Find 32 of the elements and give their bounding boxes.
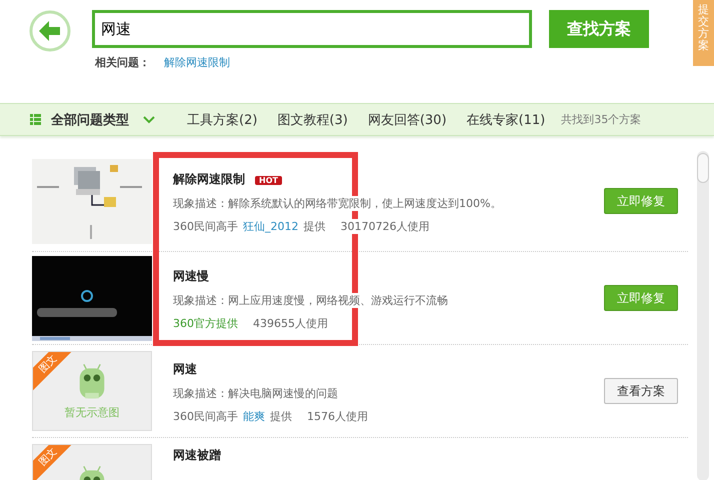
related-label: 相关问题： xyxy=(95,55,150,70)
filter-tab[interactable]: 网友回答(30) xyxy=(368,110,447,128)
list-icon xyxy=(30,114,41,125)
provider-link[interactable]: 能爽 xyxy=(243,409,265,424)
filter-tab[interactable]: 工具方案(2) xyxy=(187,110,258,128)
official-provider: 360官方提供 xyxy=(173,316,238,331)
related-link[interactable]: 解除网速限制 xyxy=(164,55,230,70)
scrollbar[interactable] xyxy=(697,151,709,480)
provider-suffix: 提供 xyxy=(304,219,326,234)
result-title[interactable]: 网速被蹭 xyxy=(173,448,221,462)
filter-tab[interactable]: 图文教程(3) xyxy=(277,110,348,128)
usage-count: 1576人使用 xyxy=(307,409,368,424)
filter-tab[interactable]: 在线专家(11) xyxy=(466,110,546,128)
result-count: 共找到35个方案 xyxy=(561,112,642,127)
search-field[interactable]: 网速 xyxy=(92,10,532,48)
result-title[interactable]: 网速慢 xyxy=(173,269,209,283)
provider-link[interactable]: 狂仙_2012 xyxy=(243,219,298,234)
usage-count: 30170726人使用 xyxy=(340,219,430,234)
view-button[interactable]: 查看方案 xyxy=(604,378,678,404)
result-description: 现象描述：解决电脑网速慢的问题 xyxy=(173,386,338,401)
result-title[interactable]: 网速 xyxy=(173,362,197,376)
no-image-text: 暂无示意图 xyxy=(64,405,120,420)
provider-suffix: 提供 xyxy=(270,409,292,424)
usage-count: 439655人使用 xyxy=(253,316,328,331)
all-types-dropdown[interactable]: 全部问题类型 xyxy=(51,110,129,128)
provider-label: 360民间高手 xyxy=(173,219,238,234)
provider-label: 360民间高手 xyxy=(173,409,238,424)
chevron-down-icon[interactable] xyxy=(143,116,155,124)
scroll-thumb[interactable] xyxy=(697,153,709,183)
result-description: 现象描述：网上应用速度慢，网络视频、游戏运行不流畅 xyxy=(173,293,448,308)
hot-badge: HOT xyxy=(255,176,282,185)
result-title[interactable]: 解除网速限制 xyxy=(173,172,245,186)
